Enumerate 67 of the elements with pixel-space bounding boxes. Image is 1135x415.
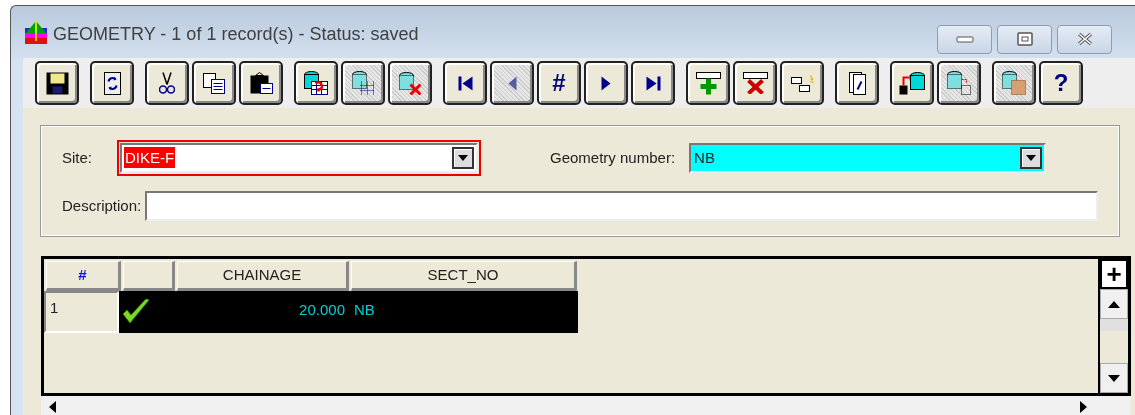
column-header: SECT_NO <box>351 261 577 291</box>
delete-row-icon <box>742 72 768 94</box>
toolbar-button[interactable] <box>631 61 675 105</box>
dropdown-arrow-icon <box>1026 155 1037 161</box>
toolbar-button[interactable] <box>35 61 79 105</box>
toolbar-button[interactable] <box>90 61 134 105</box>
database-table-icon <box>304 71 328 95</box>
app-logo-icon <box>25 20 47 44</box>
database-export-icon <box>899 71 925 95</box>
maximize-button[interactable] <box>997 24 1052 54</box>
vertical-scrollbar[interactable]: + <box>1098 259 1128 393</box>
window-title: GEOMETRY - 1 of 1 record(s) - Status: saved <box>53 22 419 46</box>
down-arrow-icon <box>1108 374 1120 382</box>
duplicate-row-icon <box>790 74 814 92</box>
table-cell-text: NB <box>353 300 375 320</box>
left-arrow-icon <box>49 401 56 413</box>
column-header: # <box>46 261 121 291</box>
toolbar-button[interactable] <box>890 61 934 105</box>
row-number-cell: 1 <box>44 291 119 333</box>
toolbar-button[interactable] <box>686 61 730 105</box>
documents-icon <box>848 71 866 95</box>
field-label: Description: <box>62 195 142 216</box>
database-delete-icon <box>399 71 421 95</box>
add-row-button[interactable]: + <box>1100 259 1128 289</box>
next-icon <box>601 75 611 91</box>
toolbar-button[interactable]: # <box>537 61 581 105</box>
column-header <box>123 261 175 291</box>
toolbar-button[interactable]: ? <box>1039 61 1083 105</box>
close-icon <box>1075 32 1094 46</box>
copy-icon <box>203 72 225 94</box>
horizontal-scrollbar[interactable] <box>41 396 1131 415</box>
toolbar-button[interactable] <box>443 61 487 105</box>
clipboard-icon <box>249 72 273 94</box>
table-cell-text: 20.000 <box>298 300 345 320</box>
toolbar-button[interactable] <box>145 61 189 105</box>
description-field[interactable] <box>145 191 1098 221</box>
database-table-icon <box>351 71 375 95</box>
toolbar-button[interactable] <box>733 61 777 105</box>
minimize-button[interactable] <box>937 24 992 54</box>
site-dropdown[interactable]: DIKE-F <box>120 143 478 173</box>
scroll-thumb[interactable] <box>1100 319 1128 331</box>
dropdown-arrow-icon <box>458 155 468 161</box>
scroll-down-button[interactable] <box>1100 363 1128 393</box>
close-button[interactable] <box>1057 24 1112 54</box>
first-record-icon <box>457 75 473 91</box>
toolbar-button[interactable] <box>294 61 338 105</box>
maximize-icon <box>1015 32 1034 46</box>
geometry-number-dropdown[interactable]: NB <box>689 143 1047 173</box>
toolbar-button[interactable] <box>835 61 879 105</box>
database-import-icon <box>947 71 971 95</box>
right-arrow-icon <box>1080 401 1087 413</box>
toolbar-button[interactable] <box>192 61 236 105</box>
column-header: CHAINAGE <box>177 261 349 291</box>
up-arrow-icon <box>1108 300 1120 308</box>
add-row-icon <box>695 71 721 95</box>
database-grid-icon <box>1002 71 1026 95</box>
field-label: Geometry number: <box>550 147 676 168</box>
scissors-icon <box>159 72 175 94</box>
grid-row[interactable]: 1 20.000 NB <box>44 291 578 333</box>
scroll-up-button[interactable] <box>1100 289 1128 319</box>
field-label: Site: <box>62 147 93 168</box>
refresh-icon <box>103 71 121 95</box>
last-record-icon <box>645 75 661 91</box>
toolbar-button[interactable] <box>780 61 824 105</box>
previous-icon <box>507 75 517 91</box>
toolbar-button[interactable] <box>239 61 283 105</box>
toolbar-button[interactable] <box>584 61 628 105</box>
